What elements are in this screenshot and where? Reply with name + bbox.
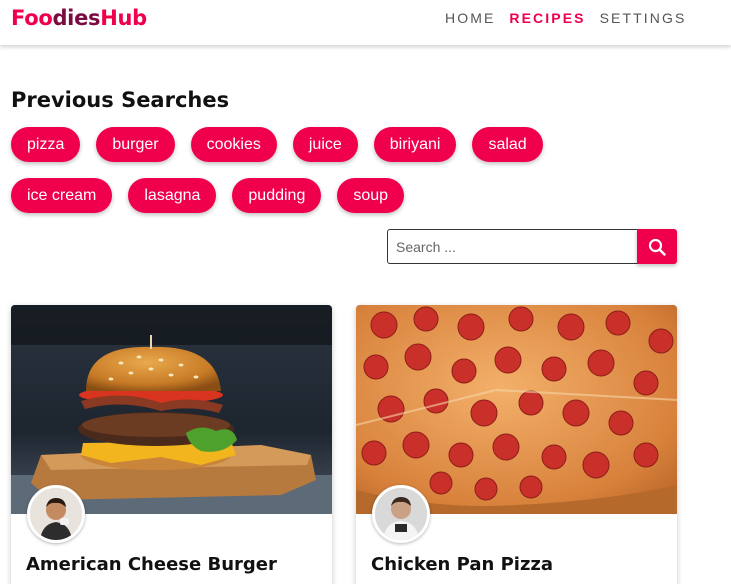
chef-avatar xyxy=(372,485,430,543)
search-button[interactable] xyxy=(637,229,677,264)
nav-home[interactable]: HOME xyxy=(445,10,495,26)
recipe-card[interactable]: Chicken Pan Pizza xyxy=(356,305,677,584)
main-nav: HOME RECIPES SETTINGS xyxy=(445,10,700,26)
logo-part-dies: dies xyxy=(52,6,101,30)
nav-settings[interactable]: SETTINGS xyxy=(600,10,687,26)
search-chip[interactable]: soup xyxy=(337,178,405,213)
search-chip[interactable]: pudding xyxy=(232,178,322,213)
logo[interactable]: FoodiesHub xyxy=(11,6,147,30)
nav-recipes[interactable]: RECIPES xyxy=(509,10,585,26)
search-bar xyxy=(387,229,677,264)
burger-photo xyxy=(11,305,332,514)
search-icon xyxy=(648,238,666,256)
search-chip[interactable]: cookies xyxy=(190,127,277,162)
search-chip[interactable]: ice cream xyxy=(11,178,113,213)
recipe-title[interactable]: Chicken Pan Pizza xyxy=(371,554,553,575)
search-chip[interactable]: pizza xyxy=(11,127,81,162)
top-navbar: FoodiesHub HOME RECIPES SETTINGS xyxy=(0,0,731,45)
search-chip[interactable]: juice xyxy=(292,127,358,162)
chef-avatar xyxy=(27,485,85,543)
section-title: Previous Searches xyxy=(11,88,230,112)
search-input[interactable] xyxy=(387,229,637,264)
search-chip[interactable]: biriyani xyxy=(373,127,457,162)
recipe-title[interactable]: American Cheese Burger xyxy=(26,554,277,575)
logo-part-hub: Hub xyxy=(100,6,147,30)
logo-part-foo: Foo xyxy=(11,6,53,30)
search-chip[interactable]: burger xyxy=(96,127,175,162)
search-chip[interactable]: salad xyxy=(472,127,543,162)
previous-searches-row-2: ice cream lasagna pudding soup xyxy=(11,178,420,213)
previous-searches-row-1: pizza burger cookies juice biriyani sala… xyxy=(11,127,559,162)
pizza-photo xyxy=(356,305,677,514)
search-chip[interactable]: lasagna xyxy=(128,178,217,213)
recipe-card[interactable]: American Cheese Burger xyxy=(11,305,332,584)
